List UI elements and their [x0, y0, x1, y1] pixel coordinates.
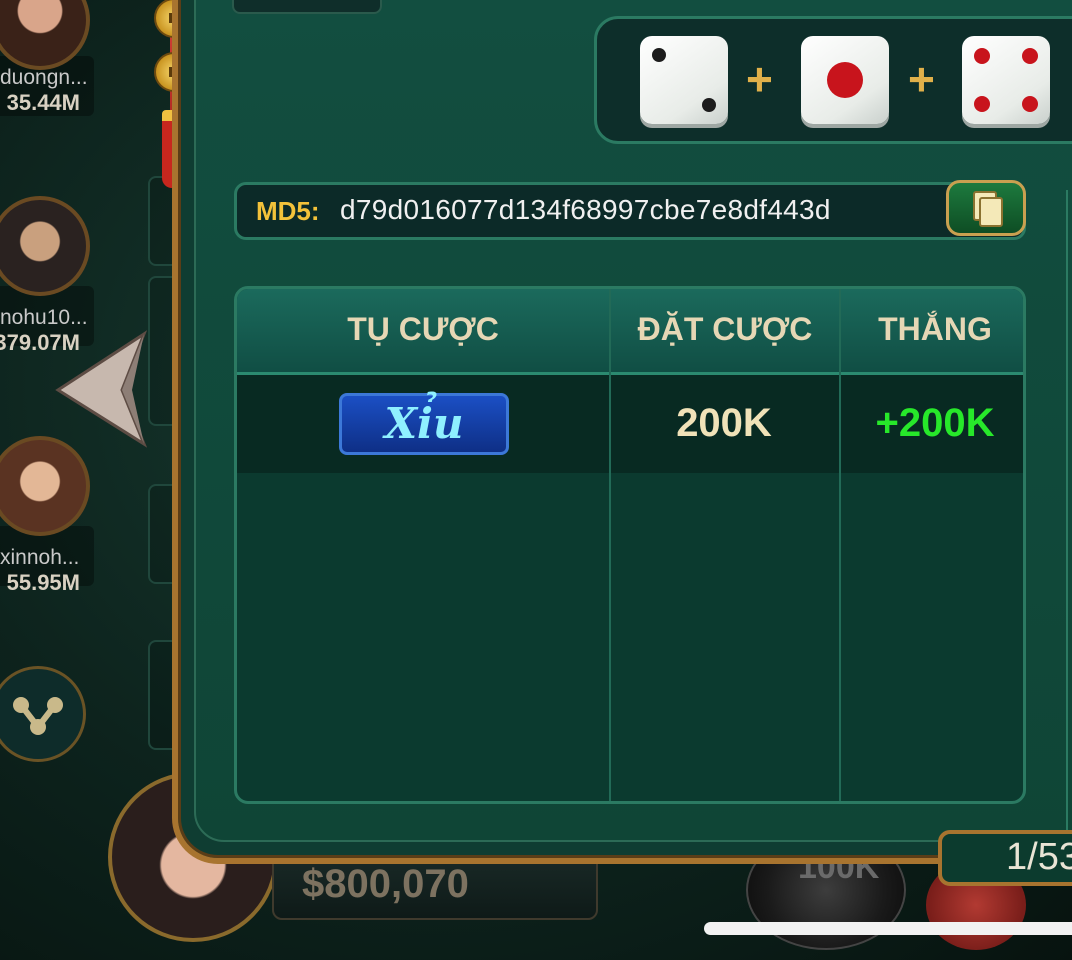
- plus-sign: +: [746, 53, 773, 105]
- die-2: [801, 36, 889, 124]
- header-bet: ĐẶT CƯỢC: [637, 311, 813, 347]
- win-amount: +200K: [875, 401, 995, 445]
- panel-top-tab: [232, 0, 382, 14]
- player-name: duongn...: [0, 66, 88, 89]
- game-screen: duongn... 35.44M nohu10... 379.07M xinno…: [0, 0, 1072, 960]
- bet-amount: 200K: [676, 401, 772, 445]
- player-money: 35.44M: [6, 90, 80, 115]
- md5-value: d79d016077d134f68997cbe7e8df443d: [340, 194, 831, 225]
- die-3: [962, 36, 1050, 124]
- avatar: [0, 196, 90, 296]
- back-arrow-icon[interactable]: [52, 330, 150, 448]
- header-door: TỤ CƯỢC: [347, 311, 499, 347]
- home-indicator[interactable]: [704, 922, 1072, 935]
- md5-label: MD5:: [256, 196, 320, 226]
- copy-icon-front: [979, 197, 1003, 227]
- page-number: 1/53: [1006, 836, 1072, 878]
- plus-sign: +: [908, 53, 935, 105]
- network-menu-button[interactable]: [0, 666, 86, 762]
- bet-history-table: TỤ CƯỢC ĐẶT CƯỢC THẮNG Xỉu 200K +200K: [234, 286, 1026, 804]
- avatar: [0, 436, 90, 536]
- player-name: nohu10...: [0, 306, 88, 329]
- header-win: THẮNG: [878, 311, 992, 347]
- panel-right-edge: [1066, 190, 1072, 850]
- door-label: Xỉu: [384, 399, 464, 448]
- player-money: 55.95M: [6, 570, 80, 595]
- network-icon: [13, 697, 63, 735]
- column-divider: [839, 289, 841, 801]
- die-1: [640, 36, 728, 124]
- copy-md5-button[interactable]: [946, 180, 1026, 236]
- balance-amount: $800,070: [302, 862, 469, 906]
- player-name: xinnoh...: [0, 546, 80, 569]
- column-divider: [609, 289, 611, 801]
